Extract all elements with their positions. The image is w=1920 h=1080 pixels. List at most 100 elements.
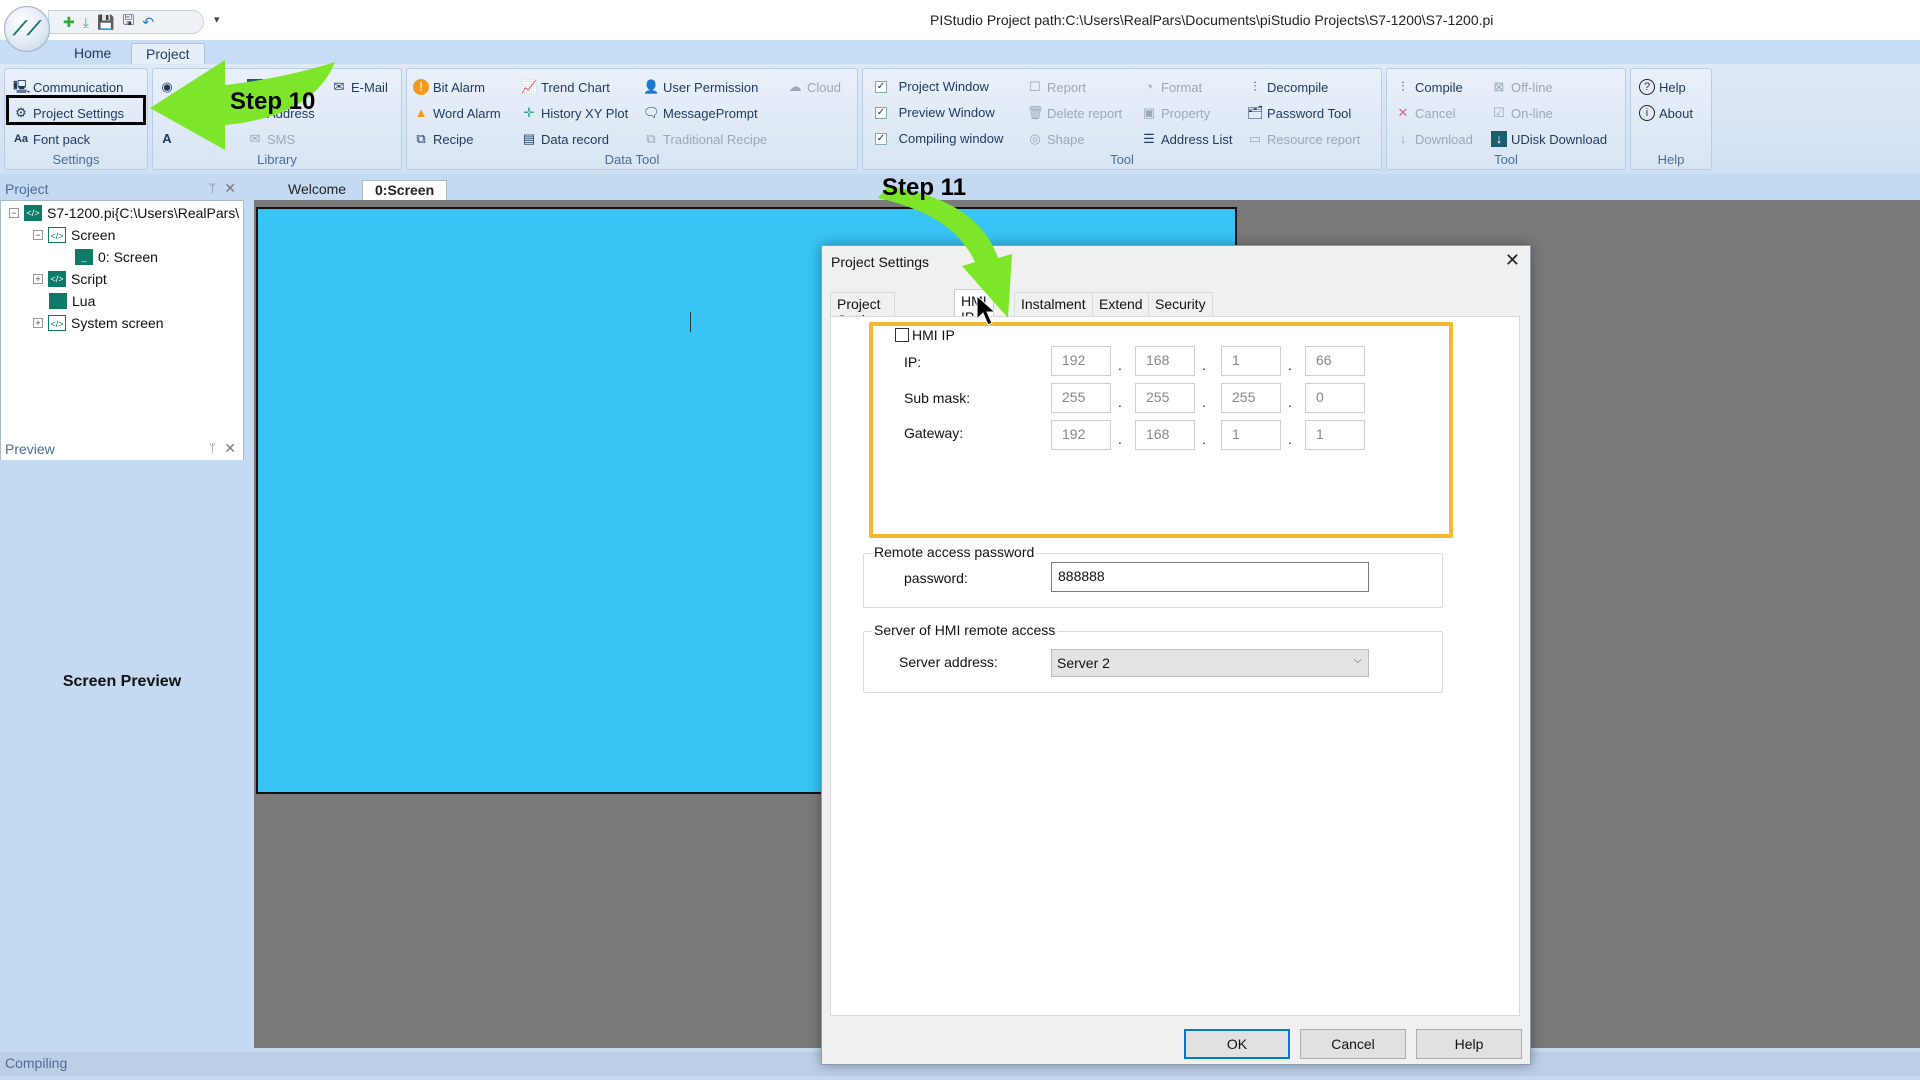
- sms-button[interactable]: ✉ SMS: [247, 131, 296, 147]
- tree-item-project-root[interactable]: − </> S7-1200.pi{C:\Users\RealPars\: [9, 205, 239, 221]
- format-button[interactable]: ◔ Format: [1141, 79, 1202, 95]
- font-icon: Aa: [13, 133, 29, 145]
- offline-button[interactable]: ⊠ Off-line: [1491, 79, 1553, 95]
- script-icon: </>: [48, 271, 66, 287]
- recipe-button[interactable]: ⧉ Recipe: [413, 131, 473, 147]
- history-xy-plot-button[interactable]: ✛ History XY Plot: [521, 105, 629, 121]
- mask-octet-1[interactable]: 255: [1051, 383, 1111, 413]
- password-tool-button[interactable]: 🗂 Password Tool: [1247, 105, 1351, 121]
- report-button[interactable]: ☐ Report: [1027, 79, 1086, 95]
- expand-icon[interactable]: +: [33, 274, 43, 284]
- doc-tab-welcome[interactable]: Welcome: [276, 180, 358, 200]
- cancel-button[interactable]: Cancel: [1300, 1029, 1406, 1059]
- bit-alarm-button[interactable]: ! Bit Alarm: [413, 79, 485, 95]
- gateway-octet-4[interactable]: 1: [1305, 420, 1365, 450]
- hmi-ip-checkbox[interactable]: HMI IP: [895, 327, 955, 343]
- communication-icon: 🖳: [13, 79, 31, 94]
- help-button[interactable]: ? Help: [1639, 79, 1686, 95]
- pin-icon[interactable]: ᛘ: [209, 441, 216, 455]
- password-input[interactable]: 888888: [1051, 562, 1369, 592]
- mask-octet-2[interactable]: 255: [1135, 383, 1195, 413]
- tab-project-settings[interactable]: Project Settings: [830, 292, 895, 328]
- ip-dot: .: [1118, 431, 1122, 447]
- ok-button[interactable]: OK: [1184, 1029, 1290, 1059]
- mask-octet-3[interactable]: 255: [1221, 383, 1281, 413]
- mask-octet-4[interactable]: 0: [1305, 383, 1365, 413]
- user-permission-button[interactable]: 👤 User Permission: [643, 79, 758, 95]
- close-icon[interactable]: ✕: [224, 440, 236, 457]
- online-button[interactable]: ☑ On-line: [1491, 105, 1553, 121]
- save-icon[interactable]: 💾: [97, 14, 114, 31]
- tab-instalment[interactable]: Instalment: [1014, 292, 1093, 316]
- question-icon: ?: [1639, 79, 1655, 95]
- app-logo-button[interactable]: ⟋⟋: [4, 6, 50, 52]
- gateway-octet-1[interactable]: 192: [1051, 420, 1111, 450]
- tree-item-system-screen[interactable]: + </> System screen: [33, 315, 164, 331]
- doc-tab-screen-0[interactable]: 0:Screen: [362, 180, 448, 200]
- tab-home[interactable]: Home: [60, 43, 125, 64]
- gateway-octet-3[interactable]: 1: [1221, 420, 1281, 450]
- server-address-select[interactable]: Server 2 ⌵: [1051, 649, 1369, 677]
- ip-octet-2[interactable]: 168: [1135, 346, 1195, 376]
- pin-icon[interactable]: ᛘ: [209, 181, 216, 195]
- collapse-icon[interactable]: −: [9, 208, 19, 218]
- text-style-icon: A: [162, 131, 172, 146]
- view-button[interactable]: ◉: [159, 79, 175, 95]
- data-record-button[interactable]: ▤ Data record: [521, 131, 609, 147]
- tab-security[interactable]: Security: [1148, 292, 1213, 316]
- address-list-button[interactable]: ☰ Address List: [1141, 131, 1232, 147]
- download-button[interactable]: ↓ Download: [1395, 131, 1473, 147]
- email-button[interactable]: ✉ E-Mail: [331, 79, 388, 95]
- tab-extend[interactable]: Extend: [1092, 292, 1150, 316]
- tab-project[interactable]: Project: [131, 43, 205, 64]
- compile-button[interactable]: ⫶ Compile: [1395, 79, 1462, 95]
- udisk-download-button[interactable]: ↓ UDisk Download: [1491, 131, 1607, 147]
- dialog-close-icon[interactable]: ✕: [1505, 250, 1520, 271]
- tree-item-screen[interactable]: − </> Screen: [33, 227, 115, 243]
- recipe-icon: ⧉: [646, 131, 656, 146]
- window-title: PIStudio Project path:C:\Users\RealPars\…: [930, 12, 1494, 28]
- undo-icon[interactable]: ↶: [142, 14, 154, 31]
- offline-icon: ⊠: [1493, 79, 1505, 94]
- ip-octet-4[interactable]: 66: [1305, 346, 1365, 376]
- trend-chart-button[interactable]: 📈 Trend Chart: [521, 79, 610, 95]
- cloud-button[interactable]: ☁ Cloud: [787, 79, 841, 95]
- close-icon[interactable]: ✕: [224, 180, 236, 197]
- property-button[interactable]: ▣ Property: [1141, 105, 1210, 121]
- data-tool-group-label: Data Tool: [604, 152, 660, 167]
- decompile-button[interactable]: ⫶ Decompile: [1247, 79, 1328, 95]
- font-pack-button[interactable]: Aa Font pack: [13, 131, 90, 147]
- font-style-button[interactable]: A: [159, 131, 175, 147]
- ip-octet-3[interactable]: 1: [1221, 346, 1281, 376]
- tree-item-screen-0[interactable]: _ 0: Screen: [75, 249, 158, 265]
- open-icon[interactable]: ⤓: [83, 14, 89, 31]
- preview-window-toggle[interactable]: ✓ Preview Window: [875, 105, 995, 120]
- new-project-icon[interactable]: ✚: [63, 14, 75, 31]
- ribbon: 🖳 Communication ⚙ Project Settings Aa Font …: [0, 64, 1920, 174]
- gateway-octet-2[interactable]: 168: [1135, 420, 1195, 450]
- expand-icon[interactable]: +: [33, 318, 43, 328]
- project-window-toggle[interactable]: ✓ Project Window: [875, 79, 989, 94]
- communication-button[interactable]: 🖳 Communication: [13, 79, 123, 95]
- cancel-compile-button[interactable]: ✕ Cancel: [1395, 105, 1456, 121]
- delete-report-button[interactable]: 🗑 Delete report: [1027, 105, 1122, 121]
- word-alarm-button[interactable]: ▲ Word Alarm: [413, 105, 501, 121]
- ip-octet-1[interactable]: 192: [1051, 346, 1111, 376]
- cancel-icon: ✕: [1397, 105, 1409, 120]
- save-as-icon[interactable]: 🖫: [122, 10, 134, 34]
- about-button[interactable]: i About: [1639, 105, 1693, 121]
- step10-label: Step 10: [230, 88, 316, 115]
- message-prompt-button[interactable]: 🗨 MessagePrompt: [643, 105, 758, 121]
- shape-button[interactable]: ◎ Shape: [1027, 131, 1084, 147]
- traditional-recipe-button[interactable]: ⧉ Traditional Recipe: [643, 131, 767, 147]
- help-group-label: Help: [1657, 152, 1685, 167]
- tree-item-script[interactable]: + </> Script: [33, 271, 107, 287]
- project-icon: </>: [24, 205, 42, 221]
- help-button[interactable]: Help: [1416, 1029, 1522, 1059]
- collapse-icon[interactable]: −: [33, 230, 43, 240]
- quick-access-more-icon[interactable]: ▾: [214, 13, 220, 26]
- compiling-window-toggle[interactable]: ✓ Compiling window: [875, 131, 1003, 146]
- tree-item-lua[interactable]: Lua: [49, 293, 95, 309]
- resource-report-button[interactable]: ▭ Resource report: [1247, 131, 1360, 147]
- compile-tool-group-label: Tool: [1494, 152, 1518, 167]
